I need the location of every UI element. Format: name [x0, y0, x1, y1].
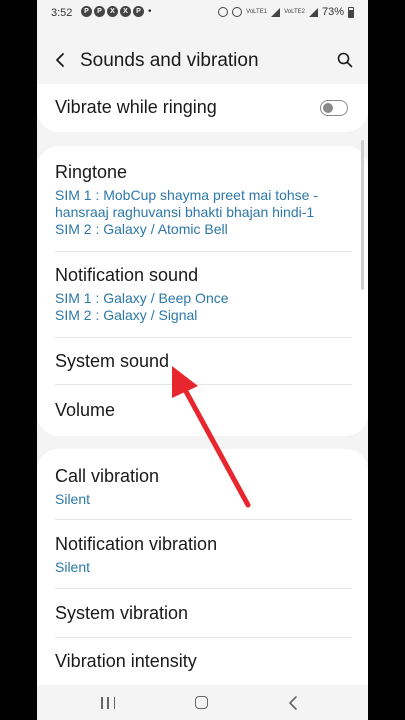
app-notification-icon: P [94, 6, 105, 17]
call-vibration-value: Silent [55, 491, 91, 507]
signal-sim2-icon [308, 7, 318, 17]
app-notification-icon: P [81, 6, 92, 17]
ringtone-label: Ringtone [55, 162, 128, 182]
search-icon[interactable] [336, 51, 354, 69]
notification-icons: P P X X P • [81, 6, 152, 17]
status-indicators: VoLTE1 VoLTE2 73% [218, 6, 354, 18]
divider [55, 637, 352, 638]
battery-icon [348, 6, 354, 18]
app-notification-icon: X [120, 6, 131, 17]
call-vibration-label: Call vibration [55, 466, 160, 486]
vibrations-card: Call vibration Silent Notification vibra… [37, 449, 368, 689]
chevron-left-icon[interactable] [51, 50, 71, 70]
notification-vibration-label: Notification vibration [55, 534, 218, 554]
vibrate-while-ringing-toggle[interactable] [320, 100, 348, 116]
signal-sim1-icon [271, 7, 281, 17]
alarm-icon [218, 7, 229, 17]
divider [55, 588, 352, 589]
notification-sound-sim1: SIM 1 : Galaxy / Beep Once [55, 290, 229, 306]
divider [55, 519, 352, 520]
volume-label: Volume [55, 400, 116, 420]
status-time: 3:52 [51, 7, 73, 19]
divider [55, 251, 352, 252]
phone-screen: 3:52 P P X X P • VoLTE1 VoLTE2 73% Sound… [37, 0, 368, 720]
divider [55, 384, 352, 385]
system-vibration-label: System vibration [55, 603, 189, 623]
ringtone-sim1-line2: hansraaj raghuvansi bhakti bhajan hindi-… [55, 204, 315, 220]
scrollbar[interactable] [361, 140, 364, 290]
ringtone-sim1-line1: SIM 1 : MobCup shayma preet mai tohse - [55, 187, 318, 203]
sounds-card: Ringtone SIM 1 : MobCup shayma preet mai… [37, 146, 368, 436]
toggle-knob [323, 102, 333, 113]
vibration-intensity-label: Vibration intensity [55, 651, 197, 671]
app-notification-icon: P [133, 6, 144, 17]
sim1-volte-label: VoLTE1 [246, 9, 268, 15]
hotspot-icon [232, 7, 243, 17]
vibrate-while-ringing-row[interactable]: Vibrate while ringing [37, 84, 368, 132]
vibrate-while-ringing-label: Vibrate while ringing [55, 97, 217, 117]
notification-sound-label: Notification sound [55, 265, 199, 285]
page-title: Sounds and vibration [80, 50, 259, 71]
more-notifications-dot-icon: • [148, 6, 152, 17]
app-bar: Sounds and vibration [37, 40, 368, 82]
battery-percent: 73% [321, 6, 344, 18]
status-bar: 3:52 P P X X P • VoLTE1 VoLTE2 73% [37, 0, 368, 28]
navigation-bar [37, 685, 368, 720]
divider [55, 337, 352, 338]
home-icon[interactable] [195, 696, 208, 709]
ringtone-sim2: SIM 2 : Galaxy / Atomic Bell [55, 221, 228, 237]
app-notification-icon: X [107, 6, 118, 17]
notification-vibration-value: Silent [55, 559, 91, 575]
sim2-volte-label: VoLTE2 [284, 9, 305, 15]
recents-icon[interactable] [101, 697, 115, 709]
system-sound-label: System sound [55, 351, 170, 371]
notification-sound-sim2: SIM 2 : Galaxy / Signal [55, 307, 198, 323]
back-nav-icon[interactable] [286, 695, 300, 711]
